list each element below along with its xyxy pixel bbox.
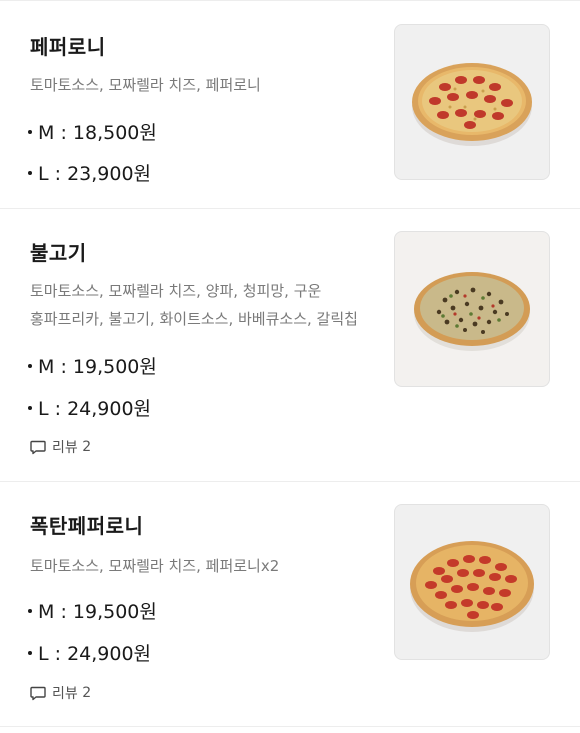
menu-item-bulgogi[interactable]: 불고기 토마토소스, 모짜렐라 치즈, 양파, 청피망, 구운 홍파프리카, 불… (0, 208, 580, 481)
review-link[interactable]: 리뷰 2 (30, 437, 91, 457)
menu-item-pepperoni[interactable]: 페퍼로니 토마토소스, 모짜렐라 치즈, 페퍼로니 M : 18,500원 L … (0, 0, 580, 208)
menu-item-ingredients: 토마토소스, 모짜렐라 치즈, 양파, 청피망, 구운 홍파프리카, 불고기, … (30, 277, 360, 333)
ingredients-line-1: 토마토소스, 모짜렐라 치즈, 양파, 청피망, 구운 (30, 282, 322, 300)
price-l: L : 24,900원 (28, 639, 151, 666)
bullet-dot (28, 405, 32, 410)
review-count: 2 (82, 685, 92, 701)
review-count: 2 (82, 439, 92, 455)
menu-item-name: 불고기 (30, 241, 87, 265)
review-label: 리뷰 (52, 440, 78, 456)
bullet-dot (28, 608, 32, 613)
pizza-image[interactable] (394, 231, 550, 387)
ingredients-line-2: 홍파프리카, 불고기, 화이트소스, 바베큐소스, 갈릭칩 (30, 310, 358, 328)
menu-item-ingredients: 토마토소스, 모짜렐라 치즈, 페퍼로니x2 (30, 557, 280, 575)
price-m: M : 19,500원 (28, 597, 157, 624)
pizza-image[interactable] (394, 24, 550, 180)
price-m: M : 18,500원 (28, 118, 157, 145)
menu-item-name: 페퍼로니 (30, 35, 106, 59)
menu-item-bomb-pepperoni[interactable]: 폭탄페퍼로니 토마토소스, 모짜렐라 치즈, 페퍼로니x2 M : 19,500… (0, 481, 580, 727)
menu-list: 페퍼로니 토마토소스, 모짜렐라 치즈, 페퍼로니 M : 18,500원 L … (0, 0, 580, 727)
pizza-image[interactable] (394, 504, 550, 660)
price-m: M : 19,500원 (28, 352, 157, 379)
menu-item-ingredients: 토마토소스, 모짜렐라 치즈, 페퍼로니 (30, 76, 261, 94)
review-label: 리뷰 (52, 686, 78, 702)
speech-bubble-icon (30, 440, 46, 454)
bullet-dot (28, 363, 32, 368)
review-link[interactable]: 리뷰 2 (30, 683, 91, 703)
speech-bubble-icon (30, 686, 46, 700)
bullet-dot (28, 650, 32, 655)
bullet-dot (28, 170, 32, 175)
price-l: L : 24,900원 (28, 394, 151, 421)
price-l: L : 23,900원 (28, 159, 151, 186)
menu-item-name: 폭탄페퍼로니 (30, 514, 144, 538)
bullet-dot (28, 129, 32, 134)
